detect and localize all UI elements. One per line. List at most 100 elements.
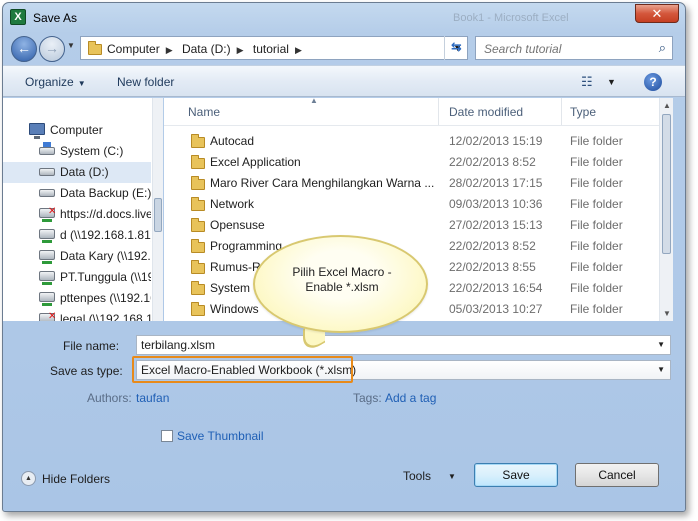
forward-button[interactable]: →	[39, 36, 65, 62]
folder-icon	[191, 197, 205, 211]
scroll-down-icon[interactable]: ▼	[663, 309, 671, 318]
view-options-icon[interactable]: ☷	[581, 74, 593, 90]
folder-icon	[191, 218, 205, 232]
close-button[interactable]: ✕	[635, 4, 679, 23]
scrollbar-thumb[interactable]	[662, 114, 671, 254]
nav-item-d-share[interactable]: d (\\192.168.1.81)	[3, 225, 151, 246]
navigation-pane: Computer System (C:) Data (D:) Data Back…	[3, 98, 163, 321]
folder-icon	[191, 239, 205, 253]
save-button[interactable]: Save	[474, 463, 558, 487]
file-date: 22/02/2013 8:52	[449, 155, 536, 169]
nav-item-pttenpes[interactable]: pttenpes (\\192.168.1.81)	[3, 288, 151, 309]
nav-item-system-c[interactable]: System (C:)	[3, 141, 151, 162]
background-window-title: Book1 - Microsoft Excel	[453, 12, 569, 24]
chevron-down-icon[interactable]: ▼	[657, 340, 665, 349]
network-drive-icon	[39, 271, 55, 285]
nav-item-legal[interactable]: legal (\\192.168.1.81)	[3, 309, 151, 321]
file-type: File folder	[570, 155, 623, 169]
arrow-right-icon: →	[45, 40, 59, 56]
column-divider[interactable]	[438, 98, 439, 125]
disconnected-network-drive-icon	[39, 311, 56, 321]
chevron-right-icon[interactable]: ▶	[166, 45, 173, 55]
nav-item-label: https://d.docs.live.net	[60, 207, 151, 221]
nav-item-label: Data Kary (\\192.168.1.81)	[60, 249, 151, 263]
file-list-scrollbar[interactable]: ▲ ▼	[659, 98, 673, 321]
callout-line-2: Enable *.xlsm	[305, 280, 379, 294]
back-button[interactable]: ←	[11, 36, 37, 62]
folder-icon	[191, 302, 205, 316]
chevron-down-icon[interactable]: ▼	[607, 77, 616, 87]
organize-label: Organize	[25, 75, 74, 89]
collapse-up-icon: ▲	[21, 471, 36, 486]
file-date: 27/02/2013 15:13	[449, 218, 543, 232]
file-type: File folder	[570, 176, 623, 190]
navigation-scrollbar[interactable]	[152, 98, 163, 321]
chevron-down-icon: ▼	[67, 41, 75, 50]
breadcrumb: Computer ▶ Data (D:) ▶ tutorial ▶	[107, 42, 308, 56]
command-toolbar: Organize ▼ New folder ☷ ▼ ?	[3, 65, 685, 97]
nav-item-docs-live[interactable]: https://d.docs.live.net	[3, 204, 151, 225]
authors-value[interactable]: taufan	[136, 391, 169, 405]
file-row[interactable]: Excel Application 22/02/2013 8:52 File f…	[164, 151, 659, 172]
callout-line-1: Pilih Excel Macro -	[292, 265, 392, 279]
breadcrumb-computer[interactable]: Computer	[107, 42, 160, 56]
nav-item-label: legal (\\192.168.1.81)	[60, 312, 151, 321]
save-thumbnail-checkbox[interactable]	[161, 430, 173, 442]
column-header-name[interactable]: Name	[188, 105, 220, 119]
chevron-right-icon[interactable]: ▶	[295, 45, 302, 55]
callout-text: Pilih Excel Macro - Enable *.xlsm	[271, 265, 413, 295]
nav-item-data-d[interactable]: Data (D:)	[3, 162, 151, 183]
file-name: Autocad	[210, 134, 255, 148]
nav-item-pt-tunggula[interactable]: PT.Tunggula (\\192.168.1.81)	[3, 267, 151, 288]
save-thumbnail-label[interactable]: Save Thumbnail	[177, 429, 264, 443]
organize-button[interactable]: Organize ▼	[25, 75, 86, 89]
search-icon[interactable]: ⌕	[659, 40, 666, 56]
address-bar[interactable]: Computer ▶ Data (D:) ▶ tutorial ▶ ▼	[80, 36, 468, 60]
file-row[interactable]: Programming 22/02/2013 8:52 File folder	[164, 235, 659, 256]
tags-value[interactable]: Add a tag	[385, 391, 436, 405]
file-type: File folder	[570, 302, 623, 316]
column-divider[interactable]	[561, 98, 562, 125]
file-name-label: File name:	[63, 339, 120, 353]
file-row[interactable]: Opensuse 27/02/2013 15:13 File folder	[164, 214, 659, 235]
file-type: File folder	[570, 197, 623, 211]
scrollbar-thumb[interactable]	[154, 198, 162, 232]
file-type: File folder	[570, 281, 623, 295]
file-name: Maro River Cara Menghilangkan Warna ...	[210, 176, 435, 190]
chevron-down-icon[interactable]: ▼	[448, 472, 456, 481]
nav-item-computer[interactable]: Computer	[3, 120, 151, 141]
cancel-button[interactable]: Cancel	[575, 463, 659, 487]
chevron-down-icon[interactable]: ▼	[657, 365, 665, 374]
search-input[interactable]	[482, 41, 642, 57]
nav-item-label: pttenpes (\\192.168.1.81)	[60, 291, 151, 305]
column-header-date[interactable]: Date modified	[449, 105, 523, 119]
file-row[interactable]: Autocad 12/02/2013 15:19 File folder	[164, 130, 659, 151]
title-bar: X Save As Book1 - Microsoft Excel ✕	[3, 3, 685, 33]
tools-button[interactable]: Tools	[403, 469, 431, 483]
search-box[interactable]: ⌕	[475, 36, 673, 60]
column-header-type[interactable]: Type	[570, 105, 596, 119]
breadcrumb-tutorial[interactable]: tutorial	[253, 42, 289, 56]
file-date: 22/02/2013 16:54	[449, 281, 543, 295]
file-row[interactable]: Network 09/03/2013 10:36 File folder	[164, 193, 659, 214]
file-row[interactable]: Maro River Cara Menghilangkan Warna ... …	[164, 172, 659, 193]
refresh-button[interactable]: ⇆	[444, 36, 468, 60]
nav-item-label: PT.Tunggula (\\192.168.1.81)	[60, 270, 151, 284]
chevron-right-icon[interactable]: ▶	[237, 45, 244, 55]
network-drive-icon	[39, 250, 55, 264]
recent-pages-dropdown[interactable]: ▼	[67, 41, 75, 50]
save-as-type-label: Save as type:	[50, 364, 123, 378]
file-name-input[interactable]: terbilang.xlsm ▼	[136, 335, 671, 355]
new-folder-button[interactable]: New folder	[117, 75, 174, 89]
folder-icon	[191, 134, 205, 148]
save-as-dialog: X Save As Book1 - Microsoft Excel ✕ ← → …	[2, 2, 686, 512]
help-icon[interactable]: ?	[644, 73, 662, 91]
nav-item-data-backup-e[interactable]: Data Backup (E:)	[3, 183, 151, 204]
nav-item-data-kary[interactable]: Data Kary (\\192.168.1.81)	[3, 246, 151, 267]
folder-icon	[88, 41, 102, 55]
refresh-icon: ⇆	[451, 39, 462, 54]
scroll-up-icon[interactable]: ▲	[663, 101, 671, 110]
tags-label: Tags:	[353, 391, 382, 405]
disconnected-network-drive-icon	[39, 206, 56, 222]
breadcrumb-data-d[interactable]: Data (D:)	[182, 42, 231, 56]
